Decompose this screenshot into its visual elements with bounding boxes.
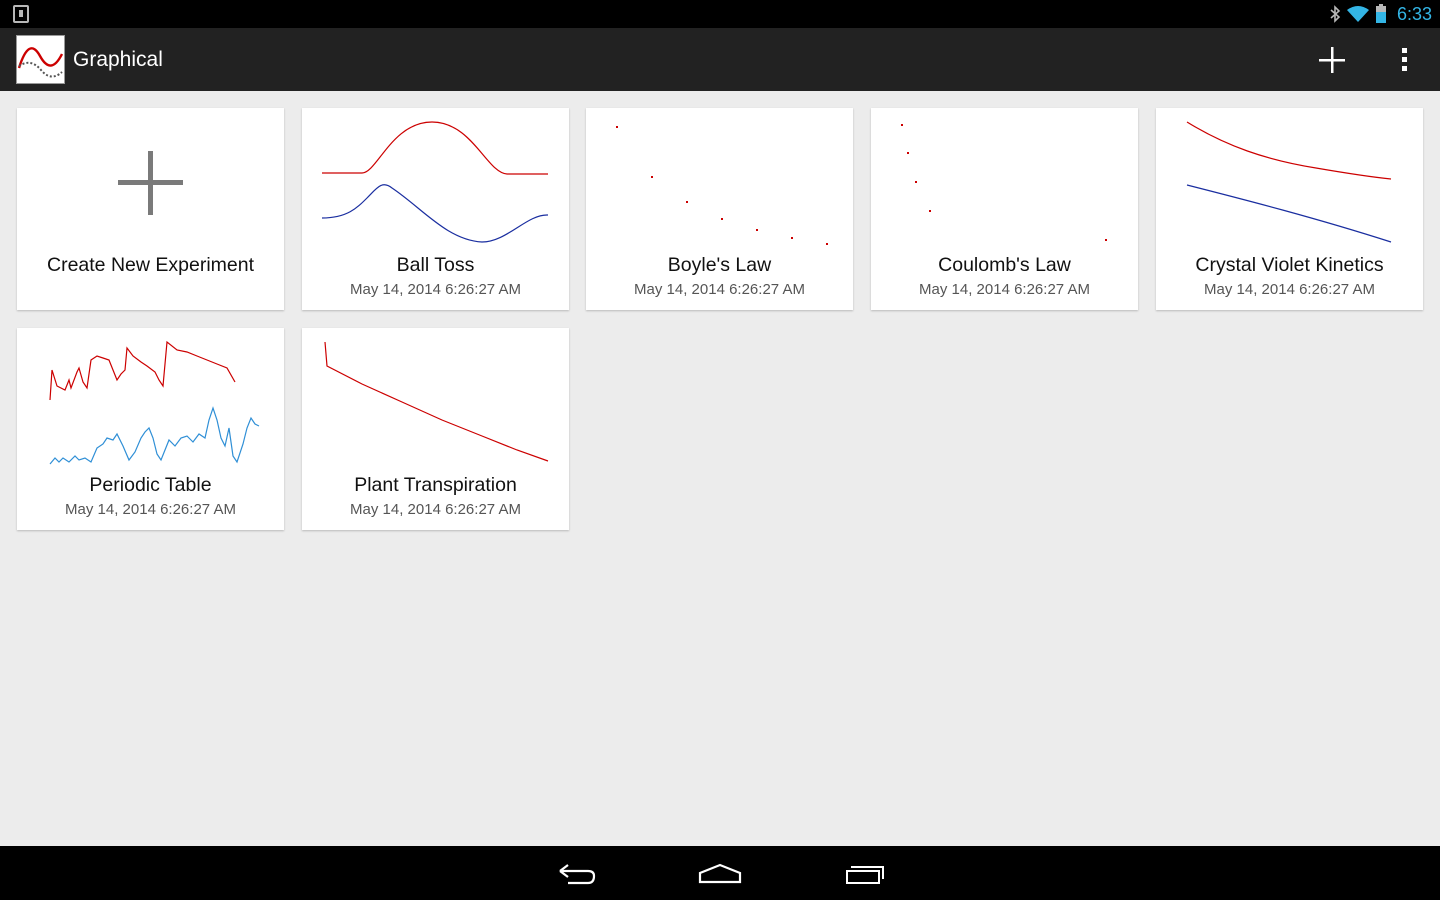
sine-graph-icon[interactable] [16,35,65,84]
card-title: Ball Toss [396,254,475,276]
plant-transpiration-thumbnail [324,341,549,462]
coulombs-law-thumbnail [901,124,1107,241]
status-icons: 6:33 [1329,0,1432,28]
plus-icon [1319,47,1345,73]
plus-icon [118,151,183,215]
overflow-menu-icon [1402,48,1407,71]
card-date: May 14, 2014 6:26:27 AM [350,501,521,518]
experiment-card-plant-transpiration[interactable]: Plant Transpiration May 14, 2014 6:26:27… [302,328,569,530]
card-title: Periodic Table [89,474,212,496]
card-date: May 14, 2014 6:26:27 AM [1204,281,1375,298]
card-title: Crystal Violet Kinetics [1195,254,1384,276]
crystal-violet-kinetics-thumbnail [1186,121,1392,243]
recent-apps-button[interactable] [835,856,895,890]
home-icon [698,863,742,884]
app-title: Graphical [73,48,163,71]
action-bar: Graphical [0,28,1440,91]
back-button[interactable] [546,856,606,890]
card-date: May 14, 2014 6:26:27 AM [919,281,1090,298]
experiment-card-boyles-law[interactable]: Boyle's Law May 14, 2014 6:26:27 AM [586,108,853,310]
download-notification-icon [13,5,29,23]
card-title: Coulomb's Law [938,254,1071,276]
experiment-card-ball-toss[interactable]: Ball Toss May 14, 2014 6:26:27 AM [302,108,569,310]
add-experiment-button[interactable] [1310,38,1354,82]
overflow-menu-button[interactable] [1388,38,1420,82]
back-icon [559,864,596,885]
navigation-bar [0,846,1440,900]
create-card-title: Create New Experiment [47,254,254,276]
ball-toss-thumbnail [321,121,549,243]
card-date: May 14, 2014 6:26:27 AM [65,501,236,518]
recent-apps-icon [846,866,884,884]
card-date: May 14, 2014 6:26:27 AM [634,281,805,298]
card-title: Plant Transpiration [354,474,517,496]
experiment-card-periodic-table[interactable]: Periodic Table May 14, 2014 6:26:27 AM [17,328,284,530]
periodic-table-thumbnail [49,340,260,465]
create-new-experiment-card[interactable]: Create New Experiment [17,108,284,310]
experiment-card-crystal-violet-kinetics[interactable]: Crystal Violet Kinetics May 14, 2014 6:2… [1156,108,1423,310]
status-bar: 6:33 [0,0,1440,28]
bluetooth-icon [1330,5,1341,23]
experiment-card-coulombs-law[interactable]: Coulomb's Law May 14, 2014 6:26:27 AM [871,108,1138,310]
status-time: 6:33 [1396,3,1432,24]
home-button[interactable] [690,856,750,890]
card-title: Boyle's Law [667,254,772,276]
boyles-law-thumbnail [616,126,828,245]
wifi-icon [1346,6,1369,22]
card-date: May 14, 2014 6:26:27 AM [350,281,521,298]
battery-icon [1375,4,1386,23]
